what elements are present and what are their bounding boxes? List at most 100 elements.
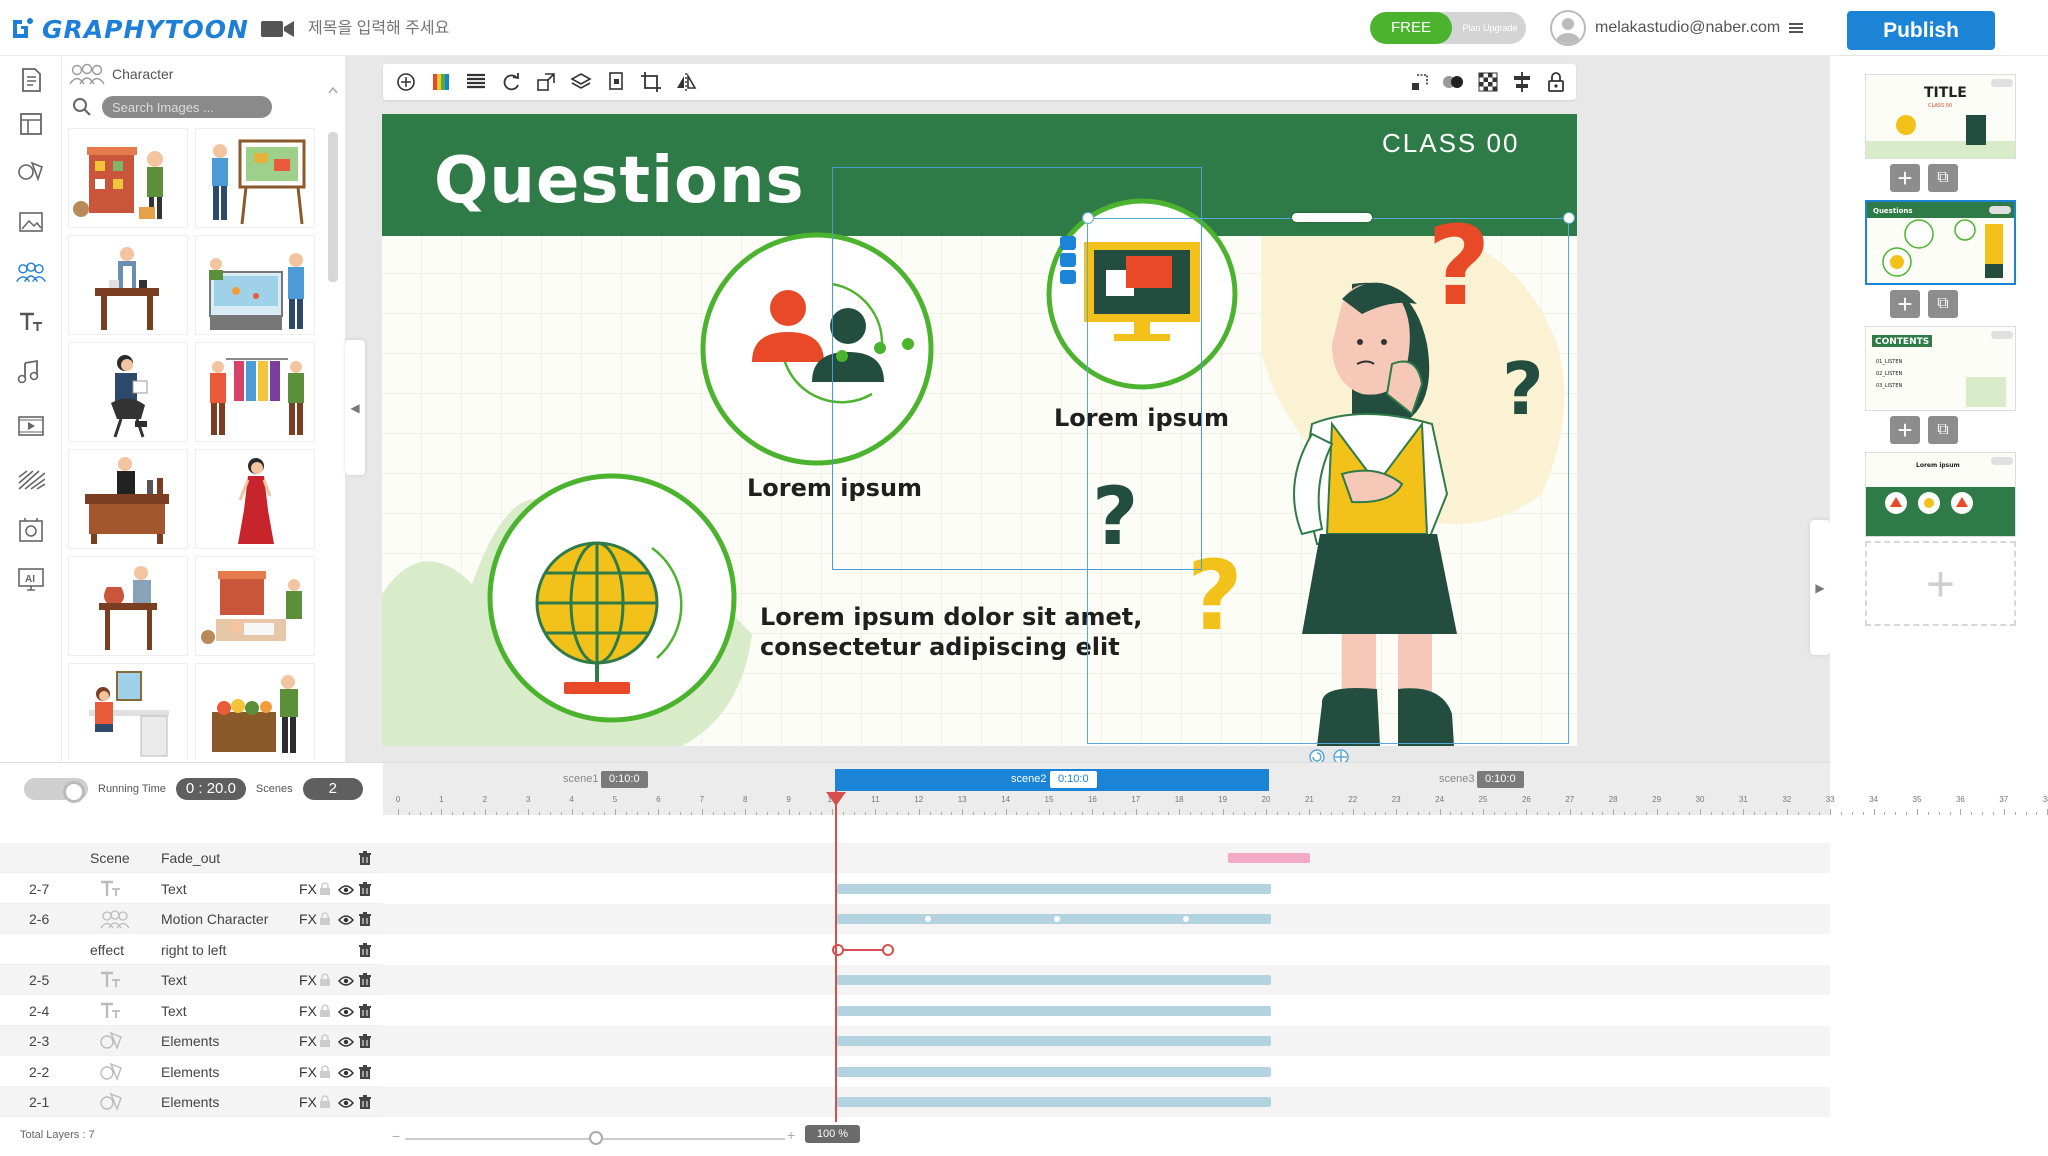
layer-visibility-icon[interactable] bbox=[338, 1066, 354, 1078]
layer-name[interactable]: Elements bbox=[161, 1033, 219, 1049]
layers-icon[interactable] bbox=[568, 70, 594, 94]
asset-search-input[interactable] bbox=[102, 96, 272, 118]
slide-class-label[interactable]: CLASS 00 bbox=[1382, 128, 1519, 159]
publish-button[interactable]: Publish bbox=[1847, 11, 1995, 50]
layer-row[interactable]: 2-2 Elements FX bbox=[0, 1057, 383, 1087]
clip-keyframe[interactable] bbox=[925, 916, 931, 922]
zoom-out-icon[interactable]: − bbox=[392, 1128, 400, 1144]
hamburger-menu-icon[interactable] bbox=[1789, 21, 1805, 35]
layer-track[interactable] bbox=[383, 996, 1830, 1026]
transition-1-button[interactable]: ⧉ bbox=[1928, 164, 1958, 192]
fx-button[interactable]: FX bbox=[299, 911, 317, 927]
scroll-up-icon[interactable] bbox=[328, 86, 338, 94]
layer-track[interactable] bbox=[383, 874, 1830, 904]
playhead-marker[interactable] bbox=[826, 792, 846, 806]
timeline-ruler[interactable]: scene1 0:10:0 scene2 0:10:0 scene3 0:10:… bbox=[383, 763, 2048, 815]
scene-band-2[interactable]: scene2 0:10:0 bbox=[835, 769, 1269, 791]
layer-name[interactable]: right to left bbox=[161, 942, 226, 958]
layer-track[interactable] bbox=[383, 1026, 1830, 1056]
layer-row[interactable]: 2-6 Motion Character FX bbox=[0, 904, 383, 934]
rail-template-icon[interactable] bbox=[15, 64, 47, 96]
lorem-body-text[interactable]: Lorem ipsum dolor sit amet, consectetur … bbox=[760, 602, 1142, 662]
layer-visibility-icon[interactable] bbox=[338, 974, 354, 986]
layer-clip[interactable] bbox=[837, 914, 1271, 924]
effect-keyframe[interactable] bbox=[832, 943, 844, 956]
layer-clip[interactable] bbox=[837, 1036, 1271, 1046]
playhead-line[interactable] bbox=[835, 790, 837, 1122]
zoom-in-icon[interactable]: + bbox=[787, 1127, 795, 1143]
character-shopkeeper-stall[interactable] bbox=[68, 128, 188, 228]
rail-stamp-icon[interactable] bbox=[15, 514, 47, 546]
rail-text-icon[interactable] bbox=[15, 306, 47, 338]
layer-delete-icon[interactable] bbox=[358, 912, 372, 927]
transition-2-button[interactable]: ⧉ bbox=[1928, 290, 1958, 318]
layer-track[interactable] bbox=[383, 1057, 1830, 1087]
layer-name[interactable]: Fade_out bbox=[161, 850, 220, 866]
layer-lock-icon[interactable] bbox=[318, 1095, 332, 1109]
fx-button[interactable]: FX bbox=[299, 972, 317, 988]
scene-thumb-4[interactable]: Lorem ipsum bbox=[1865, 452, 2016, 537]
layer-clip[interactable] bbox=[837, 1097, 1271, 1107]
distribute-icon[interactable] bbox=[1509, 70, 1535, 94]
layer-track[interactable] bbox=[383, 1087, 1830, 1117]
character-selection-box[interactable] bbox=[1087, 218, 1569, 744]
layer-row[interactable]: 2-7 Text FX bbox=[0, 874, 383, 904]
layer-delete-icon[interactable] bbox=[358, 942, 372, 958]
character-aquarium-staff[interactable] bbox=[195, 235, 315, 335]
scene-thumb-2[interactable]: Questions bbox=[1865, 200, 2016, 285]
color-palette-icon[interactable] bbox=[428, 70, 454, 94]
rail-pattern-icon[interactable] bbox=[15, 464, 47, 496]
layer-delete-icon[interactable] bbox=[358, 1003, 372, 1019]
layer-row[interactable]: 2-4 Text FX bbox=[0, 996, 383, 1026]
zoom-slider-knob[interactable] bbox=[589, 1131, 603, 1145]
fade-out-clip[interactable] bbox=[1228, 853, 1310, 863]
layer-name[interactable]: Text bbox=[161, 1003, 187, 1019]
transition-3-button[interactable]: ⧉ bbox=[1928, 416, 1958, 444]
layer-visibility-icon[interactable] bbox=[338, 1035, 354, 1047]
layer-name[interactable]: Text bbox=[161, 972, 187, 988]
rail-video-icon[interactable] bbox=[15, 410, 47, 442]
link-icon[interactable] bbox=[1060, 253, 1076, 267]
project-title-input[interactable] bbox=[308, 20, 608, 38]
add-scene-after-2-button[interactable]: + bbox=[1890, 290, 1920, 318]
character-red-dress-woman[interactable] bbox=[195, 449, 315, 549]
character-grocer[interactable] bbox=[195, 663, 315, 760]
layer-name[interactable]: Motion Character bbox=[161, 911, 268, 927]
clip-keyframe[interactable] bbox=[1054, 916, 1060, 922]
rail-ai-icon[interactable]: AI bbox=[15, 564, 47, 596]
flip-icon[interactable] bbox=[673, 70, 699, 94]
layer-visibility-icon[interactable] bbox=[338, 1005, 354, 1017]
loop-toggle[interactable] bbox=[24, 778, 88, 803]
layer-visibility-icon[interactable] bbox=[338, 913, 354, 925]
opacity-icon[interactable] bbox=[1441, 70, 1467, 94]
user-menu[interactable]: melakastudio@naber.com bbox=[1550, 10, 1805, 46]
selection-top-handle[interactable] bbox=[1292, 213, 1372, 222]
layer-row[interactable]: 2-1 Elements FX bbox=[0, 1087, 383, 1117]
character-potter[interactable] bbox=[68, 556, 188, 656]
layer-row[interactable]: effect right to left bbox=[0, 935, 383, 965]
layer-lock-icon[interactable] bbox=[318, 881, 332, 896]
character-teacher-board[interactable] bbox=[195, 128, 315, 228]
character-reading-woman[interactable] bbox=[68, 342, 188, 442]
character-fashion-shop[interactable] bbox=[195, 342, 315, 442]
layer-lock-icon[interactable] bbox=[318, 973, 332, 987]
fx-button[interactable]: FX bbox=[299, 1033, 317, 1049]
rail-music-icon[interactable] bbox=[15, 356, 47, 388]
rail-elements-icon[interactable] bbox=[15, 156, 47, 188]
asset-scrollbar[interactable] bbox=[328, 132, 338, 282]
fx-button[interactable]: FX bbox=[299, 1003, 317, 1019]
fx-button[interactable]: FX bbox=[299, 1094, 317, 1110]
scene-band-1[interactable]: scene1 0:10:0 bbox=[383, 769, 835, 791]
layer-delete-icon[interactable] bbox=[358, 881, 372, 897]
plan-toggle[interactable]: FREE Plan Upgrade bbox=[1370, 12, 1526, 44]
layer-row[interactable]: 2-5 Text FX bbox=[0, 965, 383, 995]
clip-keyframe[interactable] bbox=[1183, 916, 1189, 922]
fx-button[interactable]: FX bbox=[299, 881, 317, 897]
layer-track[interactable] bbox=[383, 904, 1830, 934]
character-market-vendors[interactable] bbox=[195, 556, 315, 656]
effect-keyframe[interactable] bbox=[882, 943, 894, 956]
rotate-icon[interactable] bbox=[498, 70, 524, 94]
layer-lock-icon[interactable] bbox=[318, 1003, 332, 1018]
layer-track[interactable] bbox=[383, 935, 1830, 965]
logo[interactable]: GRAPHYTOON bbox=[10, 12, 249, 46]
